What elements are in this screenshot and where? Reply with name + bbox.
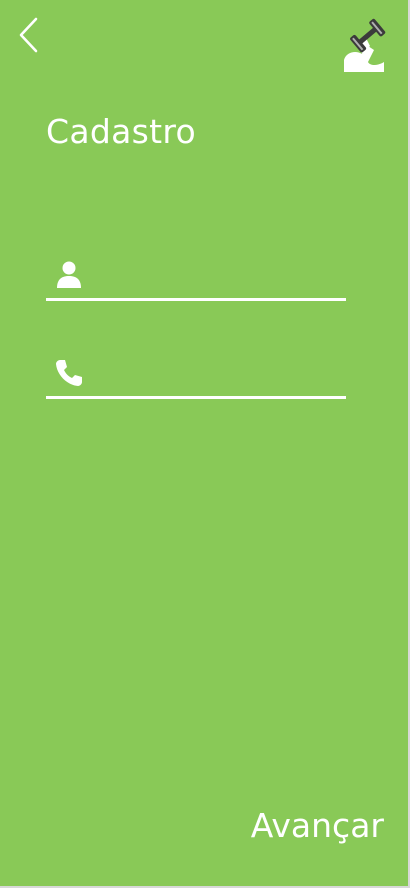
register-screen: Cadastro Avançar: [0, 0, 410, 888]
phone-field[interactable]: [46, 351, 346, 399]
phone-input[interactable]: [92, 357, 344, 393]
app-logo: [338, 16, 388, 74]
phone-field-underline: [46, 396, 346, 399]
phone-icon: [54, 357, 84, 387]
flexed-arm-dumbbell-icon: [344, 18, 386, 72]
user-icon: [54, 259, 84, 289]
page-title: Cadastro: [46, 112, 196, 151]
name-field-underline: [46, 298, 346, 301]
next-button[interactable]: Avançar: [251, 806, 384, 845]
back-button[interactable]: [12, 14, 48, 56]
chevron-left-icon: [19, 17, 38, 53]
name-field[interactable]: [46, 253, 346, 301]
name-input[interactable]: [92, 259, 344, 295]
